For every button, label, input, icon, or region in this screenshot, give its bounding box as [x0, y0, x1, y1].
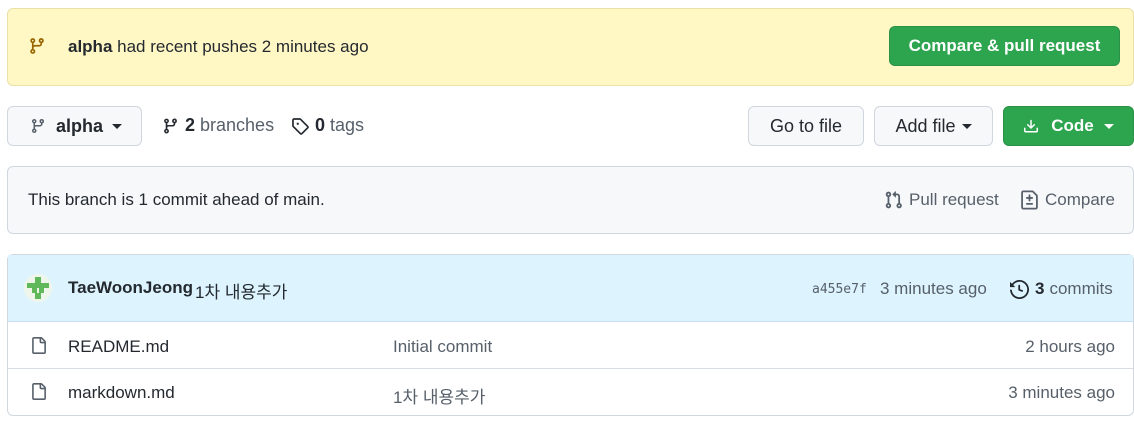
branches-count: 2 [185, 115, 196, 135]
branches-label: branches [200, 115, 275, 135]
add-file-button[interactable]: Add file [874, 106, 993, 146]
table-row[interactable] [8, 368, 1133, 414]
recent-push-message: alpha had recent pushes 2 minutes ago [68, 37, 369, 56]
commit-time: 3 minutes ago [880, 279, 987, 298]
add-file-label: Add file [895, 115, 956, 136]
file-icon [30, 336, 47, 355]
pull-request-label: Pull request [909, 190, 999, 209]
history-icon [1010, 279, 1029, 299]
compare-label: Compare [1045, 190, 1115, 209]
tags-count: 0 [315, 115, 326, 135]
commit-sha[interactable]: a455e7f [812, 282, 867, 297]
commits-label: commits [1049, 279, 1113, 298]
avatar[interactable] [24, 274, 52, 302]
compare-link[interactable]: Compare [1020, 190, 1115, 210]
branch-ahead-message: This branch is 1 commit ahead of main. [28, 190, 325, 209]
commits-history-link[interactable]: 3 commits [1010, 279, 1113, 299]
file-commit-time: 2 hours ago [1025, 337, 1115, 356]
git-branch-icon [28, 36, 46, 56]
chevron-down-icon [112, 123, 123, 129]
file-commit-message[interactable]: 1차 내용추가 [393, 383, 485, 408]
pull-request-icon [884, 190, 903, 210]
file-icon [30, 382, 47, 401]
current-branch-label: alpha [56, 115, 104, 136]
file-name-link[interactable]: README.md [68, 337, 169, 357]
go-to-file-button[interactable]: Go to file [748, 106, 864, 146]
tags-link[interactable]: 0 tags [291, 115, 364, 136]
tags-label: tags [330, 115, 365, 135]
compare-pull-request-button[interactable]: Compare & pull request [889, 26, 1120, 66]
code-button[interactable]: Code [1003, 106, 1134, 146]
branches-link[interactable]: 2 branches [162, 115, 274, 136]
git-branch-icon [162, 117, 179, 135]
download-icon [1023, 118, 1039, 135]
commits-count: 3 [1035, 279, 1045, 298]
file-commit-time: 3 minutes ago [1008, 383, 1115, 402]
branch-selector-button[interactable]: alpha [7, 106, 142, 146]
commit-author[interactable]: TaeWoonJeong [68, 278, 193, 298]
pull-request-link[interactable]: Pull request [884, 190, 999, 210]
table-row[interactable] [8, 322, 1133, 368]
pushed-branch-name[interactable]: alpha [68, 37, 112, 56]
chevron-down-icon [1103, 123, 1114, 129]
commit-message[interactable]: 1차 내용추가 [195, 278, 287, 303]
code-label: Code [1051, 116, 1094, 135]
file-name-link[interactable]: markdown.md [68, 383, 175, 403]
chevron-down-icon [961, 123, 972, 129]
file-commit-message[interactable]: Initial commit [393, 337, 492, 357]
git-branch-icon [30, 117, 46, 135]
tag-icon [291, 117, 309, 135]
diff-icon [1020, 190, 1039, 210]
